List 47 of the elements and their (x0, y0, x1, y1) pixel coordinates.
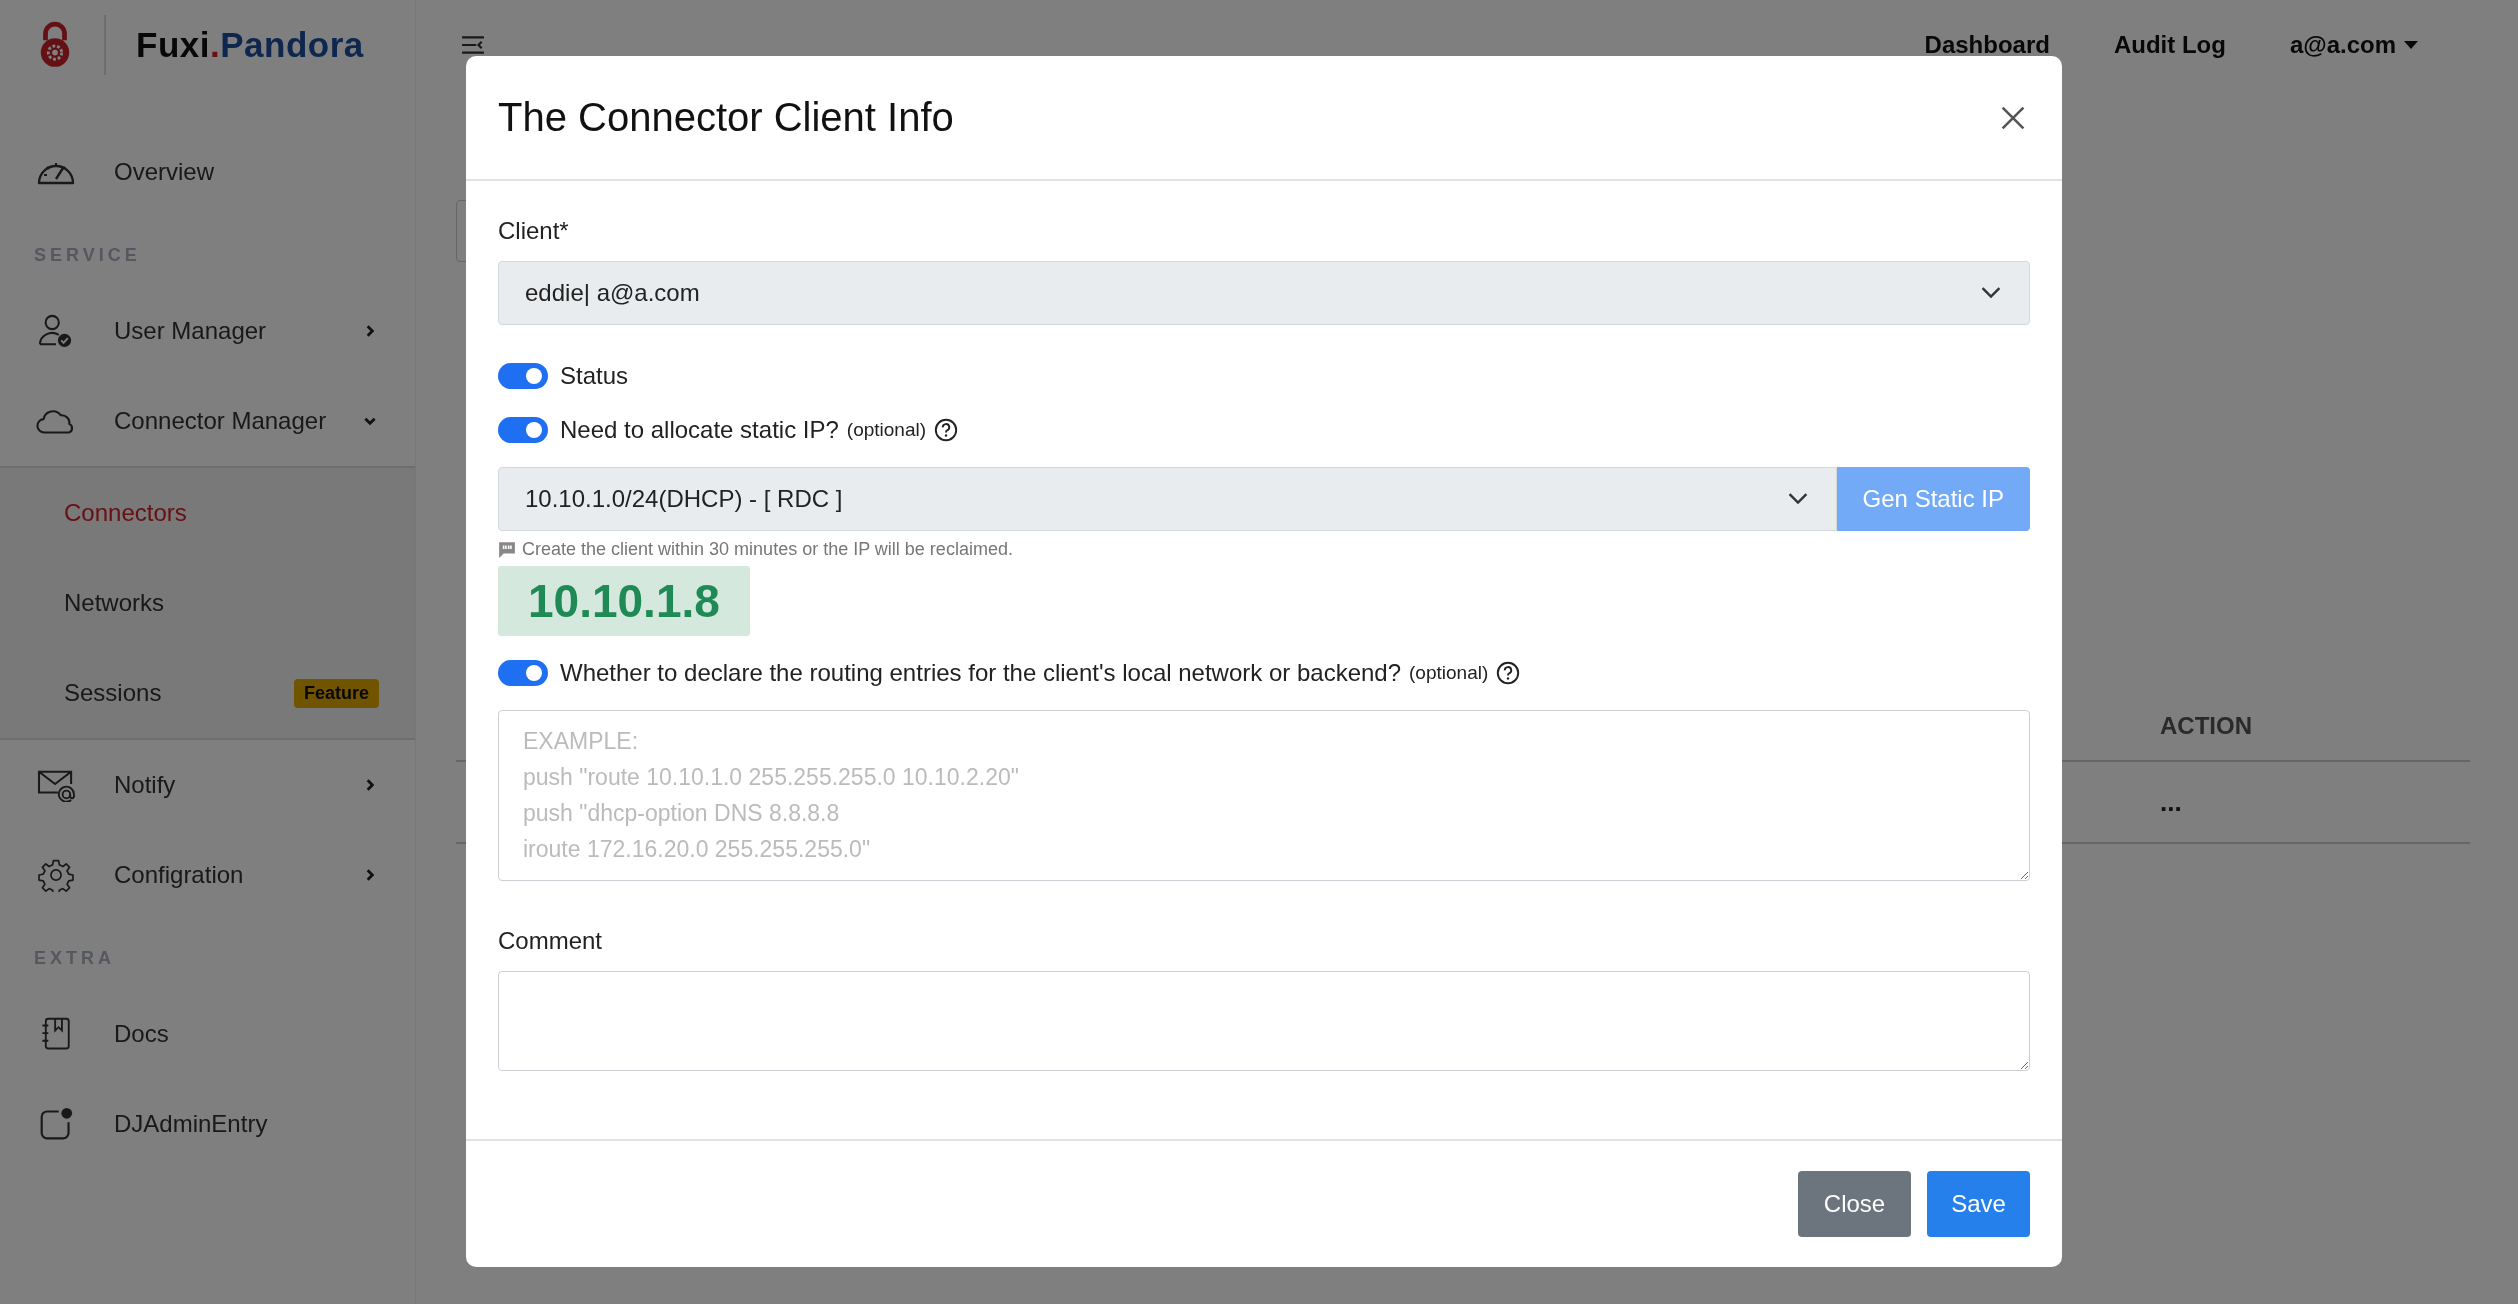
sidebar-item[interactable]: Configration (0, 830, 415, 920)
sidebar-item[interactable]: Overview (0, 127, 415, 217)
row-actions-menu[interactable]: ... (2160, 786, 2470, 818)
sidebar-item[interactable]: User Manager (0, 286, 415, 376)
toggle-switch[interactable] (498, 363, 548, 389)
ip-address: 10.10.1.8 (498, 566, 750, 636)
save-button[interactable]: Save (1927, 1171, 2030, 1237)
field-label: Comment (498, 927, 604, 955)
submenu-item[interactable]: Connectors (0, 468, 415, 558)
sidebar-item[interactable]: Connector Manager (0, 376, 415, 466)
submenu-label: Networks (64, 589, 166, 617)
sidebar-item[interactable]: DJAdminEntry (0, 1079, 415, 1169)
client-select[interactable]: eddie| a@a.com (498, 261, 2030, 325)
toggle-switch[interactable] (498, 660, 548, 686)
toggle-switch[interactable] (498, 417, 548, 443)
chevron-down-icon (1787, 493, 1808, 505)
submenu-item[interactable]: Networks (0, 558, 415, 648)
user-menu[interactable]: a@a.com (2289, 31, 2418, 59)
field-label: Client* (498, 217, 570, 245)
help-icon[interactable] (1496, 661, 1521, 685)
nav-link[interactable]: Audit Log (2113, 31, 2226, 59)
toggle-label: Whether to declare the routing entries for the client's local network or backend? (560, 659, 1402, 687)
help-text: Create the client within 30 minutes or the IP will be reclaimed. (522, 539, 1013, 560)
submenu-label: Sessions (64, 679, 163, 707)
modal-title: The Connector Client Info (498, 95, 954, 140)
menu-icon[interactable] (461, 35, 485, 55)
submenu-label: Connectors (64, 499, 188, 527)
chevron-down-icon (1981, 287, 2001, 299)
close-icon[interactable] (2000, 104, 2026, 131)
help-icon[interactable] (934, 418, 959, 442)
network-select[interactable]: 10.10.1.0/24(DHCP) - [ RDC ] (498, 467, 1837, 531)
submenu-item[interactable]: Sessions Feature (0, 648, 415, 738)
settings-icon (36, 858, 76, 892)
toggle-label: Status (560, 362, 629, 390)
optional-hint: (optional) (1409, 662, 1489, 684)
toggle-label: Need to allocate static IP? (560, 416, 839, 444)
feature-badge: Feature (293, 678, 379, 708)
brand-name: Fuxi.Pandora (136, 25, 364, 65)
speech-bubble-icon (498, 540, 516, 559)
optional-hint: (optional) (846, 419, 927, 441)
sidebar-item[interactable]: Docs (0, 989, 415, 1079)
sidebar-item[interactable]: Notify (0, 740, 415, 830)
close-button[interactable]: Close (1798, 1171, 1911, 1237)
nav-link[interactable]: Dashboard (1924, 31, 2050, 59)
mail-at-icon (36, 768, 76, 802)
routes-textarea[interactable]: EXAMPLE: push "route 10.10.1.0 255.255.255.0 10.10.2.20" push "dhcp-option DNS 8.8.8.8 iroute 172.16.20.0 255.255.255.0" (498, 710, 2030, 881)
column-header: ACTION (2160, 712, 2253, 740)
